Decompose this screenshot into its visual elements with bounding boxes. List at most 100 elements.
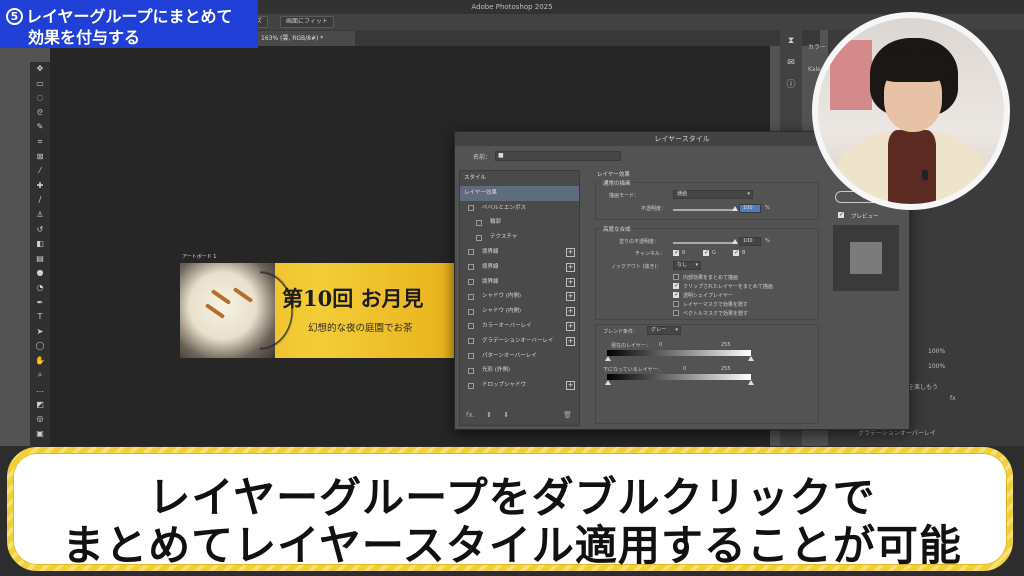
brush-tool-icon[interactable]: ∕ — [30, 193, 50, 208]
crop-tool-icon[interactable]: ⌗ — [30, 135, 50, 150]
advanced-option-checkbox[interactable] — [673, 274, 679, 280]
preview-checkbox[interactable] — [838, 211, 844, 218]
fit-screen-button[interactable]: 画面にフィット — [280, 16, 334, 28]
pen-tool-icon[interactable]: ✒ — [30, 296, 50, 311]
style-item[interactable]: 輪郭 — [460, 215, 579, 230]
comments-panel-icon[interactable]: ✉ — [780, 52, 802, 74]
advanced-option-checkbox[interactable] — [673, 282, 679, 289]
layer-fx-icon[interactable]: fx — [950, 395, 956, 402]
zoom-tool-icon[interactable]: ⌕ — [30, 368, 50, 383]
advanced-option-checkbox[interactable] — [673, 310, 679, 316]
opacity-slider[interactable] — [673, 206, 738, 211]
style-checkbox[interactable] — [468, 308, 474, 315]
trash-icon[interactable]: 🗑 — [563, 411, 572, 419]
add-effect-icon[interactable]: + — [566, 262, 575, 272]
style-checkbox[interactable] — [468, 205, 474, 212]
add-effect-icon[interactable]: + — [566, 381, 575, 391]
style-item[interactable]: ベベルとエンボス — [460, 201, 579, 216]
blend-mode-select[interactable]: 通過 — [673, 190, 753, 199]
underlying-white-stop[interactable] — [748, 380, 754, 385]
blend-if-select[interactable]: グレー — [647, 326, 681, 335]
layer-opacity-value[interactable]: 100% — [928, 348, 945, 355]
underlying-black-stop[interactable] — [605, 380, 611, 385]
gradient-tool-icon[interactable]: ▤ — [30, 252, 50, 267]
info-panel-icon[interactable]: ⓘ — [780, 74, 802, 96]
move-down-icon[interactable]: ⬇ — [503, 411, 509, 419]
style-checkbox[interactable] — [468, 264, 474, 271]
add-effect-icon[interactable]: + — [566, 277, 575, 287]
type-tool-icon[interactable]: T — [30, 310, 50, 325]
opacity-slider-thumb[interactable] — [732, 206, 738, 211]
shape-tool-icon[interactable]: ◯ — [30, 339, 50, 354]
layer-fill-value[interactable]: 100% — [928, 363, 945, 370]
blur-tool-icon[interactable]: ● — [30, 266, 50, 281]
style-item[interactable]: パターンオーバーレイ — [460, 349, 579, 364]
style-item[interactable]: レイヤー効果 — [460, 185, 579, 201]
document-tab[interactable]: 163% (雲, RGB/8#) * — [255, 31, 355, 46]
style-checkbox[interactable] — [468, 382, 474, 389]
style-checkbox[interactable] — [468, 338, 474, 345]
fill-opacity-slider[interactable] — [673, 239, 738, 244]
style-checkbox[interactable] — [468, 353, 474, 360]
layer-name-input[interactable]: ■ — [495, 151, 621, 161]
add-effect-icon[interactable]: + — [566, 247, 575, 257]
quick-select-tool-icon[interactable]: ✎ — [30, 120, 50, 135]
channel-g-checkbox[interactable] — [703, 249, 709, 256]
this-layer-white-stop[interactable] — [748, 356, 754, 361]
color-swatch-icon[interactable]: ◩ — [30, 398, 50, 413]
style-item[interactable]: 境界線 + — [460, 260, 579, 275]
style-item[interactable]: グラデーションオーバーレイ + — [460, 334, 579, 349]
style-item[interactable]: テクスチャ — [460, 230, 579, 245]
style-item[interactable]: カラーオーバーレイ + — [460, 319, 579, 334]
artboard-label[interactable]: アートボード 1 — [182, 253, 216, 260]
style-checkbox[interactable] — [468, 293, 474, 300]
frame-tool-icon[interactable]: ⊠ — [30, 150, 50, 165]
this-layer-black-stop[interactable] — [605, 356, 611, 361]
layer-text-name[interactable]: を楽しもう — [908, 382, 938, 391]
style-checkbox[interactable] — [468, 249, 474, 256]
style-checkbox[interactable] — [468, 279, 474, 286]
style-item[interactable]: 光彩 (外側) — [460, 363, 579, 378]
style-item[interactable]: シャドウ (内側) + — [460, 289, 579, 304]
screen-mode-icon[interactable]: ▣ — [30, 427, 50, 442]
more-tools-icon[interactable]: … — [30, 383, 50, 398]
knockout-select[interactable]: なし — [673, 261, 701, 270]
add-effect-icon[interactable]: + — [566, 336, 575, 346]
artboard-tool-icon[interactable]: ▭ — [30, 77, 50, 92]
style-checkbox[interactable] — [468, 367, 474, 374]
channel-r-checkbox[interactable] — [673, 249, 679, 256]
eyedropper-tool-icon[interactable]: ⁄ — [30, 164, 50, 179]
style-item[interactable]: 境界線 + — [460, 275, 579, 290]
artboard-banner[interactable]: 第10回 お月見 幻想的な夜の庭園でお茶 — [180, 263, 455, 358]
eraser-tool-icon[interactable]: ◧ — [30, 237, 50, 252]
advanced-option-checkbox[interactable] — [673, 291, 679, 298]
fx-menu-button[interactable]: fx. — [466, 411, 475, 419]
quick-mask-icon[interactable]: ◎ — [30, 412, 50, 427]
lasso-tool-icon[interactable]: ᘓ — [30, 106, 50, 121]
style-checkbox[interactable] — [476, 219, 482, 226]
styles-header[interactable]: スタイル — [460, 171, 579, 186]
dodge-tool-icon[interactable]: ◔ — [30, 281, 50, 296]
add-effect-icon[interactable]: + — [566, 307, 575, 317]
healing-brush-icon[interactable]: ✚ — [30, 179, 50, 194]
history-panel-icon[interactable]: ⧗ — [780, 30, 802, 52]
move-tool-icon[interactable]: ✥ — [30, 62, 50, 77]
this-layer-gradient[interactable] — [607, 350, 751, 356]
fill-opacity-slider-thumb[interactable] — [732, 239, 738, 244]
fill-opacity-input[interactable]: 100 — [739, 237, 761, 246]
style-checkbox[interactable] — [468, 323, 474, 330]
advanced-option-checkbox[interactable] — [673, 301, 679, 307]
color-tab[interactable]: カラー — [808, 42, 826, 51]
path-select-icon[interactable]: ➤ — [30, 325, 50, 340]
add-effect-icon[interactable]: + — [566, 321, 575, 331]
add-effect-icon[interactable]: + — [566, 292, 575, 302]
style-item[interactable]: 境界線 + — [460, 245, 579, 260]
style-item[interactable]: シャドウ (内側) + — [460, 304, 579, 319]
style-checkbox[interactable] — [476, 234, 482, 241]
hand-tool-icon[interactable]: ✋ — [30, 354, 50, 369]
move-up-icon[interactable]: ⬆ — [486, 411, 492, 419]
stamp-tool-icon[interactable]: ♙ — [30, 208, 50, 223]
history-brush-icon[interactable]: ↺ — [30, 223, 50, 238]
channel-b-checkbox[interactable] — [733, 249, 739, 256]
style-item[interactable]: ドロップシャドウ + — [460, 378, 579, 393]
